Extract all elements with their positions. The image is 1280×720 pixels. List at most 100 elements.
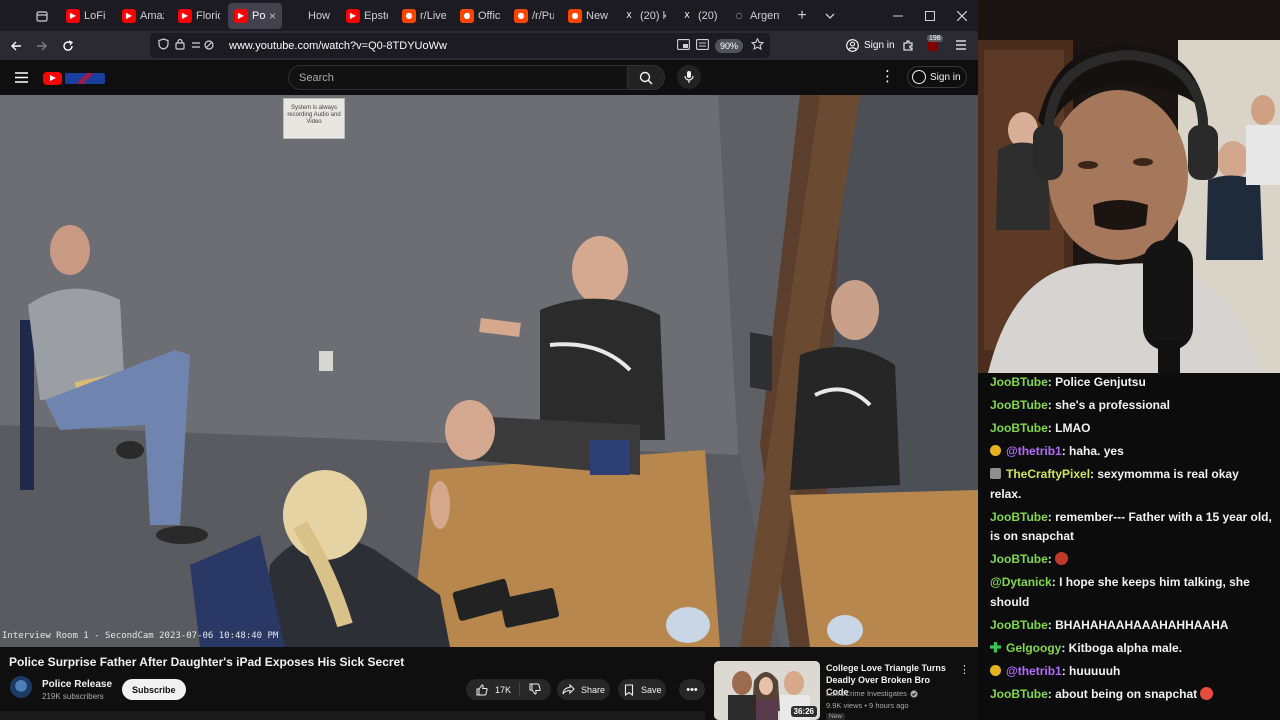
chat-username[interactable]: Gelgoogy	[1006, 641, 1061, 655]
ublock-extension-button[interactable]: 198	[925, 35, 943, 52]
reload-icon[interactable]	[55, 33, 81, 59]
plus-badge-icon	[990, 641, 1001, 653]
picture-in-picture-icon[interactable]	[677, 38, 690, 53]
close-tab-icon[interactable]: ×	[269, 9, 276, 23]
lock-icon[interactable]	[175, 38, 185, 53]
like-dislike-group: 17K	[466, 679, 551, 700]
chat-username[interactable]: @Dytanick	[990, 575, 1052, 589]
list-tabs-icon[interactable]	[816, 4, 844, 28]
browser-tab[interactable]: ◌ Argent	[726, 3, 786, 29]
recommended-meta: 9.9K views • 9 hours ago	[826, 701, 909, 710]
tab-title: Polic	[252, 9, 265, 22]
chat-username[interactable]: JooBTube	[990, 398, 1048, 412]
browser-tab[interactable]: How Je	[284, 3, 338, 29]
save-button[interactable]: Save	[618, 679, 666, 700]
dislike-button[interactable]	[520, 683, 541, 697]
stream-chat: JooBTube: Police Genjutsu JooBTube: she's…	[978, 373, 1280, 720]
description-preview	[0, 711, 705, 720]
new-tab-button[interactable]: +	[788, 4, 816, 28]
chat-username[interactable]: JooBTube	[990, 687, 1048, 701]
ublock-icon	[928, 41, 938, 51]
browser-tab[interactable]: ▶ Polic ×	[228, 2, 282, 29]
zoom-level-badge[interactable]: 90%	[714, 38, 743, 53]
browser-tab[interactable]: ▶ Florida	[172, 3, 226, 29]
settings-kebab-icon[interactable]: ⋮	[880, 67, 895, 85]
search-placeholder: Search	[299, 71, 334, 84]
tab-overview-icon[interactable]	[28, 4, 56, 28]
chat-username[interactable]: JooBTube	[990, 421, 1048, 435]
like-button[interactable]: 17K	[466, 682, 520, 697]
subscribe-button[interactable]: Subscribe	[122, 679, 186, 700]
chat-message: JooBTube: LMAO	[990, 419, 1272, 439]
channel-name[interactable]: Police Release	[42, 679, 112, 690]
youtube-signin-button[interactable]: Sign in	[907, 66, 967, 88]
tab-favicon-icon	[290, 8, 304, 23]
chat-username[interactable]: @thetrib1	[1006, 664, 1062, 678]
chat-username[interactable]: JooBTube	[990, 375, 1048, 389]
share-icon	[562, 684, 575, 695]
browser-tab[interactable]: X (20) kic	[616, 3, 672, 29]
browser-tab[interactable]: ● News	[562, 3, 614, 29]
recommended-video[interactable]: 36:26 College Love Triangle Turns Deadly…	[714, 661, 970, 720]
camera-timestamp: Interview Room 1 - SecondCam 2023-07-06 …	[2, 631, 279, 641]
like-count: 17K	[495, 684, 512, 695]
chat-message: @thetrib1: haha. yes	[990, 442, 1272, 462]
tab-favicon-icon: X	[622, 8, 636, 23]
tab-title: r/Lives	[420, 9, 446, 22]
forward-icon[interactable]	[29, 33, 55, 59]
search-input[interactable]: Search	[288, 65, 628, 90]
chat-username[interactable]: JooBTube	[990, 552, 1048, 566]
chat-text: : haha. yes	[1061, 444, 1124, 458]
youtube-logo[interactable]	[43, 69, 107, 87]
recommended-thumbnail[interactable]: 36:26	[714, 661, 820, 720]
browser-tab[interactable]: X (20) Re	[674, 3, 724, 29]
recommended-channel[interactable]: Law&Crime Investigates	[826, 689, 918, 698]
share-button[interactable]: Share	[557, 679, 610, 700]
chat-username[interactable]: @thetrib1	[1006, 444, 1062, 458]
browser-tab[interactable]: ● /r/Publ	[508, 3, 560, 29]
maximize-icon[interactable]	[914, 0, 946, 31]
chat-text: : LMAO	[1047, 421, 1091, 435]
chat-emote-icon	[1200, 686, 1214, 700]
extensions-icon[interactable]	[895, 32, 921, 58]
chat-message: JooBTube: about being on snapchat	[990, 685, 1272, 705]
voice-search-button[interactable]	[677, 65, 701, 89]
tab-title: Epstein	[364, 9, 388, 22]
new-badge: New	[826, 713, 846, 720]
subscriber-count: 219K subscribers	[42, 692, 104, 701]
hamburger-menu-icon[interactable]	[948, 32, 974, 58]
account-signin-button[interactable]: Sign in	[846, 39, 895, 52]
tab-title: News	[586, 9, 608, 22]
account-signin-label: Sign in	[864, 40, 895, 51]
video-player[interactable]: System is always recording Audio and Vid…	[0, 95, 978, 647]
video-frame	[0, 95, 978, 647]
chat-message: @Dytanick: I hope she keeps him talking,…	[990, 573, 1272, 612]
browser-tab[interactable]: ▶ Amazo	[116, 3, 170, 29]
chat-username[interactable]: JooBTube	[990, 618, 1048, 632]
bookmark-star-icon[interactable]	[750, 37, 765, 53]
more-actions-button[interactable]: •••	[679, 679, 705, 700]
close-window-icon[interactable]	[946, 0, 978, 31]
browser-tab[interactable]: ● r/Lives	[396, 3, 452, 29]
chat-username[interactable]: TheCraftyPixel	[1006, 467, 1090, 481]
permissions-icon[interactable]	[191, 39, 215, 53]
search-icon	[639, 71, 653, 85]
search-button[interactable]	[627, 65, 665, 90]
verified-icon	[910, 689, 918, 698]
tab-favicon-icon: ●	[568, 8, 582, 23]
shield-icon[interactable]	[158, 38, 169, 53]
reader-view-icon[interactable]	[696, 38, 709, 53]
browser-tab[interactable]: ▶ Epstein	[340, 3, 394, 29]
browser-tab[interactable]: ▶ LoFi Tr	[60, 3, 114, 29]
user-avatar-icon	[912, 70, 926, 84]
chat-username[interactable]: JooBTube	[990, 510, 1048, 524]
url-bar[interactable]: www.youtube.com/watch?v=Q0-8TDYUoWw 90%	[150, 33, 770, 58]
minimize-icon[interactable]	[882, 0, 914, 31]
recommended-menu-icon[interactable]: ⋮	[959, 663, 970, 676]
tab-title: LoFi Tr	[84, 9, 108, 22]
recommended-channel-name: Law&Crime Investigates	[826, 689, 907, 698]
channel-avatar[interactable]	[10, 676, 32, 698]
guide-menu-icon[interactable]	[9, 66, 33, 90]
browser-tab[interactable]: ● Official	[454, 3, 506, 29]
back-icon[interactable]	[3, 33, 29, 59]
